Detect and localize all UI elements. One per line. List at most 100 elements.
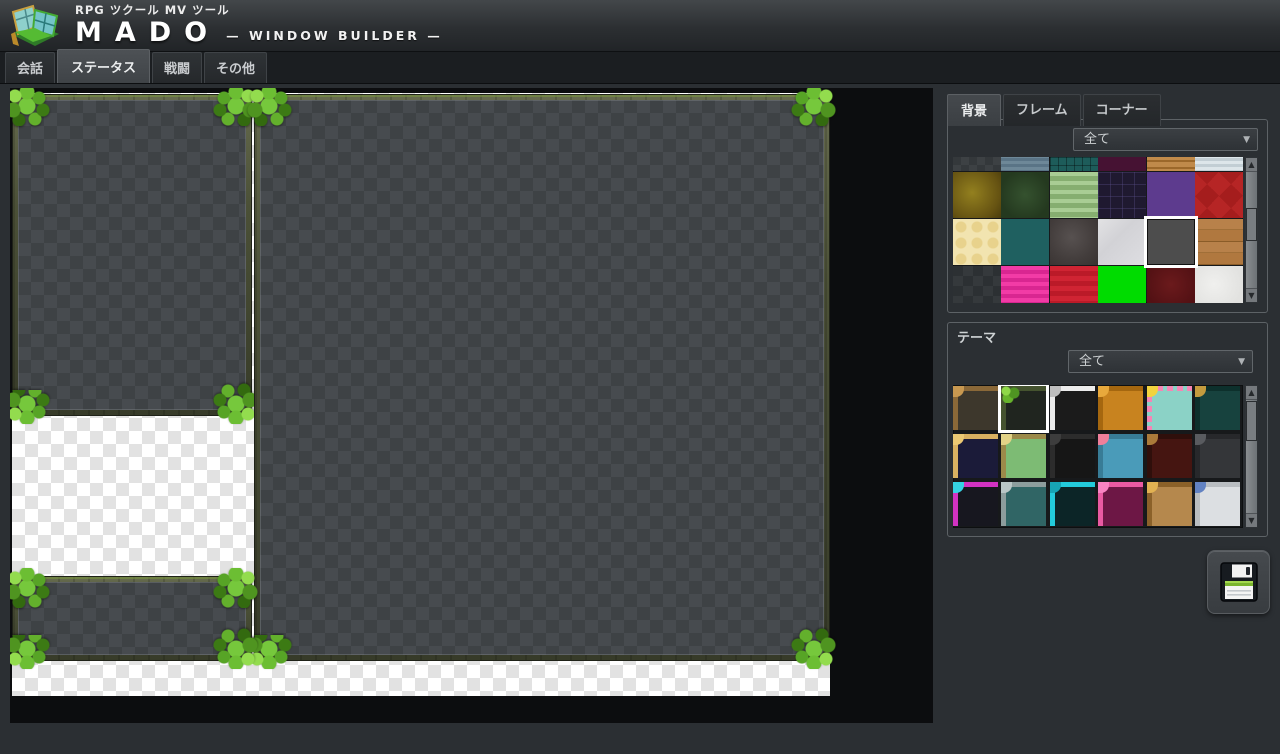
bg-swatch-gold-cloth[interactable] xyxy=(953,172,1001,218)
theme-thumbnail-neon-magenta[interactable] xyxy=(953,482,998,526)
theme-thumbnail-dark-gray-frame[interactable] xyxy=(1195,434,1240,478)
thumbnail-corner-ornament xyxy=(1098,386,1109,397)
theme-thumbnail-orange[interactable] xyxy=(1098,386,1143,430)
theme-thumbnail-wood-gold[interactable] xyxy=(1147,482,1192,526)
bg-swatch-green-cloth[interactable] xyxy=(1001,172,1049,218)
thumbnail-corner-ornament xyxy=(1001,482,1012,493)
theme-thumbnail-maroon-gold[interactable] xyxy=(1147,434,1192,478)
theme-thumbnail-cyan-neon[interactable] xyxy=(1050,482,1095,526)
theme-thumbnail-teal-pink-star[interactable] xyxy=(1147,386,1192,430)
theme-filter-dropdown[interactable]: 全て ▼ xyxy=(1068,350,1253,373)
thumbnail-corner-ornament xyxy=(1098,434,1109,445)
theme-section-label: テーマ xyxy=(953,327,1000,346)
floppy-disk-icon xyxy=(1220,562,1258,602)
app-tagline: — WINDOW BUILDER — xyxy=(226,30,443,43)
thumbnail-corner-ornament xyxy=(953,482,964,493)
preview-window-tall xyxy=(13,95,251,415)
bg-swatch-teal-grid[interactable] xyxy=(1050,157,1098,171)
thumbnail-corner-ornament xyxy=(1195,434,1206,445)
bg-swatch-red-diamond[interactable] xyxy=(1195,172,1243,218)
theme-thumbnail-light-green[interactable] xyxy=(1001,434,1046,478)
thumbnail-corner-ornament xyxy=(953,386,964,397)
bg-swatch-black-check[interactable] xyxy=(953,266,1001,303)
window-content-area xyxy=(260,100,824,655)
tab-others[interactable]: その他 xyxy=(204,52,267,83)
theme-thumbnail-brown-gold[interactable] xyxy=(953,386,998,430)
scrollbar-thumb[interactable] xyxy=(1246,401,1257,441)
theme-thumbnail-teal-gray[interactable] xyxy=(1001,482,1046,526)
chevron-down-icon: ▼ xyxy=(1238,352,1245,373)
scroll-up-button[interactable]: ▲ xyxy=(1246,386,1257,400)
tab-battle[interactable]: 戦闘 xyxy=(152,52,202,83)
theme-thumbnail-magenta-ornate[interactable] xyxy=(1098,482,1143,526)
up-arrow-icon: ▲ xyxy=(1248,388,1254,397)
bg-swatch-blue-stripes[interactable] xyxy=(1001,157,1049,171)
scroll-down-button[interactable]: ▼ xyxy=(1246,288,1257,302)
scrollbar-thumb[interactable] xyxy=(1246,208,1257,241)
down-arrow-icon: ▼ xyxy=(1248,291,1254,300)
scroll-up-button[interactable]: ▲ xyxy=(1246,158,1257,172)
bg-swatch-tan-wood[interactable] xyxy=(1147,157,1195,171)
dropdown-value: 全て xyxy=(1079,354,1105,369)
theme-thumbnail-white-on-black[interactable] xyxy=(1050,386,1095,430)
bg-swatch-pink-stripes[interactable] xyxy=(1001,266,1049,303)
tab-status[interactable]: ステータス xyxy=(57,49,150,83)
app-subtitle: RPG ツクール MV ツール xyxy=(75,5,443,17)
background-swatch-grid xyxy=(953,157,1243,303)
bg-swatch-navy-grid[interactable] xyxy=(1098,172,1146,218)
preview-canvas-container xyxy=(10,88,933,723)
bg-swatch-purple[interactable] xyxy=(1147,172,1195,218)
window-content-area xyxy=(18,100,246,410)
bg-swatch-dark-gray[interactable] xyxy=(1147,219,1195,265)
save-button[interactable] xyxy=(1207,550,1270,614)
bg-swatch-white-marble[interactable] xyxy=(1098,219,1146,265)
bg-swatch-dark-check[interactable] xyxy=(953,157,1001,171)
background-grid-scrollbar[interactable]: ▲ ▼ xyxy=(1245,157,1258,303)
window-content-area xyxy=(18,582,246,655)
theme-thumbnail-grid xyxy=(953,385,1243,528)
thumbnail-corner-ornament xyxy=(1147,434,1158,445)
preview-window-small xyxy=(13,577,251,660)
thumbnail-corner-ornament xyxy=(953,434,964,445)
mado-app-logo-icon xyxy=(5,2,63,50)
bg-swatch-dark-maroon[interactable] xyxy=(1098,157,1146,171)
bg-swatch-dark-red-damask[interactable] xyxy=(1147,266,1195,303)
theme-thumbnail-blue-pink-ribbon[interactable] xyxy=(1098,434,1143,478)
tab-conversation[interactable]: 会話 xyxy=(5,52,55,83)
tab-frame[interactable]: フレーム xyxy=(1003,94,1081,126)
bg-swatch-bright-green[interactable] xyxy=(1098,266,1146,303)
thumbnail-corner-ornament xyxy=(1001,434,1012,445)
foliage-corner-icon xyxy=(1001,386,1021,403)
app-header: RPG ツクール MV ツール MADO — WINDOW BUILDER — xyxy=(0,0,1280,52)
app-title: MADO xyxy=(75,19,220,46)
dropdown-value: 全て xyxy=(1084,132,1110,147)
bg-swatch-off-white[interactable] xyxy=(1195,266,1243,303)
down-arrow-icon: ▼ xyxy=(1248,516,1254,525)
thumbnail-corner-ornament xyxy=(1195,386,1206,397)
thumbnail-corner-ornament xyxy=(1147,482,1158,493)
tab-corner[interactable]: コーナー xyxy=(1083,94,1161,126)
thumbnail-corner-ornament xyxy=(1050,434,1061,445)
bg-swatch-pale-blue[interactable] xyxy=(1195,157,1243,171)
up-arrow-icon: ▲ xyxy=(1248,160,1254,169)
bg-swatch-gray-stone[interactable] xyxy=(1050,219,1098,265)
thumbnail-corner-ornament xyxy=(1050,482,1061,493)
theme-thumbnail-green-foliage[interactable] xyxy=(1001,386,1046,430)
bg-swatch-green-plaid[interactable] xyxy=(1050,172,1098,218)
background-filter-dropdown[interactable]: 全て ▼ xyxy=(1073,128,1258,151)
preview-window-large xyxy=(255,95,829,660)
bg-swatch-wood-planks[interactable] xyxy=(1195,219,1243,265)
tab-background[interactable]: 背景 xyxy=(947,94,1001,126)
bg-swatch-red-stripes[interactable] xyxy=(1050,266,1098,303)
material-tab-bar: 背景フレームコーナー xyxy=(947,94,1163,126)
theme-grid-scrollbar[interactable]: ▲ ▼ xyxy=(1245,385,1258,528)
theme-thumbnail-navy-gold[interactable] xyxy=(953,434,998,478)
scroll-down-button[interactable]: ▼ xyxy=(1246,513,1257,527)
theme-thumbnail-black-diamond[interactable] xyxy=(1050,434,1095,478)
main-tab-bar: 会話ステータス戦闘その他 xyxy=(0,52,1280,84)
bg-swatch-teal-solid[interactable] xyxy=(1001,219,1049,265)
bg-swatch-cream-pattern[interactable] xyxy=(953,219,1001,265)
theme-thumbnail-dark-teal-gold[interactable] xyxy=(1195,386,1240,430)
thumbnail-corner-ornament xyxy=(1195,482,1206,493)
theme-thumbnail-light-blue-corner[interactable] xyxy=(1195,482,1240,526)
